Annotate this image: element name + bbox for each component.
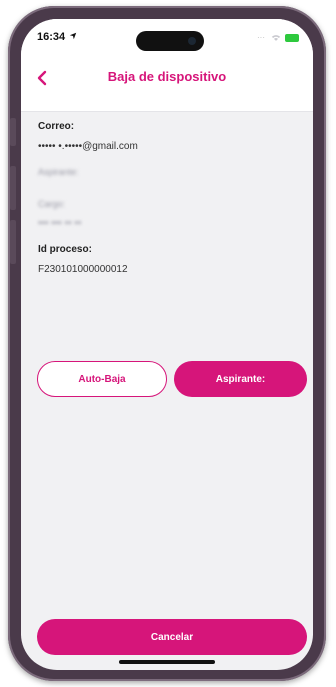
home-indicator[interactable] — [119, 660, 215, 664]
mute-switch — [10, 118, 16, 146]
status-indicators: ··· — [257, 33, 299, 43]
aspirante-button[interactable]: Aspirante: — [174, 361, 307, 397]
volume-down-button — [10, 220, 16, 264]
volume-up-button — [10, 166, 16, 210]
correo-value: ••••• •.•••••@gmail.com — [38, 141, 138, 152]
cancel-button[interactable]: Cancelar — [37, 619, 307, 655]
signal-icon: ··· — [257, 33, 265, 42]
navigation-bar: 16:34 ··· Baja de dispositivo — [21, 19, 313, 112]
page-title: Baja de dispositivo — [107, 69, 227, 84]
app-screen: 16:34 ··· Baja de dispositivo Correo: ••… — [21, 19, 313, 670]
battery-icon — [285, 34, 299, 42]
action-buttons: Auto-Baja Aspirante: — [37, 361, 307, 397]
auto-baja-button[interactable]: Auto-Baja — [37, 361, 167, 397]
device-details: Correo: ••••• •.•••••@gmail.com Aspirant… — [38, 121, 298, 290]
aspirante-label: Aspirante: — [38, 167, 79, 177]
status-time: 16:34 — [37, 31, 77, 43]
camera-icon — [188, 37, 196, 45]
correo-label: Correo: — [38, 121, 75, 132]
location-arrow-icon — [70, 32, 77, 40]
wifi-icon — [271, 35, 281, 41]
id-proceso-label: Id proceso: — [38, 244, 92, 255]
dynamic-island — [136, 31, 204, 51]
cargo-label: Cargo: — [38, 199, 66, 209]
cargo-value: ••• ••• •• •• — [38, 218, 82, 229]
id-proceso-value: F230101000000012 — [38, 264, 128, 275]
